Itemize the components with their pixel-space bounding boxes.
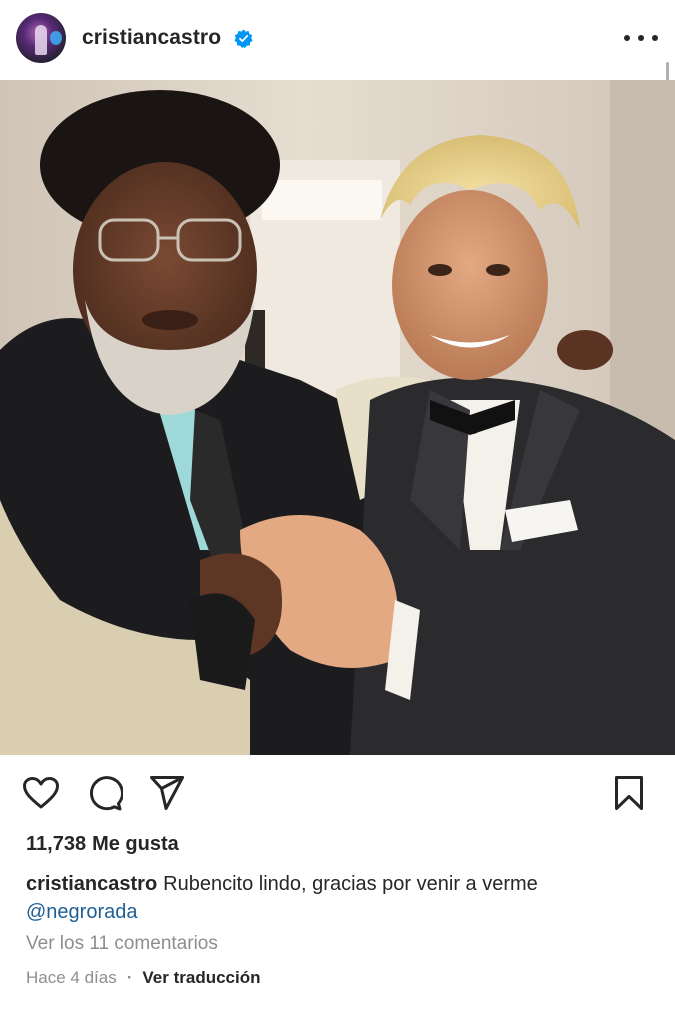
more-dot bbox=[624, 35, 630, 41]
heart-icon[interactable] bbox=[22, 776, 60, 810]
photo-illustration bbox=[0, 80, 675, 755]
header-username[interactable]: cristiancastro bbox=[82, 26, 221, 50]
likes-number: 11,738 bbox=[26, 833, 87, 855]
view-comments-link[interactable]: Ver los 11 comentarios bbox=[26, 933, 218, 955]
avatar-light bbox=[50, 31, 62, 45]
avatar-figure bbox=[35, 25, 47, 55]
post-caption: cristiancastro Rubencito lindo, gracias p… bbox=[26, 870, 656, 926]
send-icon[interactable] bbox=[149, 775, 185, 811]
meta-separator: · bbox=[126, 968, 133, 987]
caption-mention[interactable]: @negrorada bbox=[26, 898, 656, 926]
comment-icon[interactable] bbox=[87, 775, 123, 811]
likes-label: Me gusta bbox=[92, 833, 179, 855]
post-photo[interactable] bbox=[0, 80, 675, 755]
likes-count[interactable]: 11,738 Me gusta bbox=[26, 833, 179, 856]
verified-badge-icon bbox=[234, 29, 253, 48]
post-header: cristiancastro bbox=[0, 0, 675, 80]
post-meta: Hace 4 días · Ver traducción bbox=[26, 968, 261, 988]
caption-username[interactable]: cristiancastro bbox=[26, 873, 157, 895]
see-translation-link[interactable]: Ver traducción bbox=[142, 968, 260, 988]
instagram-post: cristiancastro 11,738 Me gusta cristianc… bbox=[0, 0, 675, 1024]
more-dot bbox=[638, 35, 644, 41]
bookmark-icon[interactable] bbox=[614, 775, 644, 811]
caption-text: Rubencito lindo, gracias por venir a ver… bbox=[163, 873, 538, 895]
action-bar bbox=[0, 770, 675, 816]
profile-avatar[interactable] bbox=[16, 13, 66, 63]
more-options-icon[interactable] bbox=[624, 28, 658, 48]
post-timestamp: Hace 4 días bbox=[26, 968, 117, 987]
more-dot bbox=[652, 35, 658, 41]
